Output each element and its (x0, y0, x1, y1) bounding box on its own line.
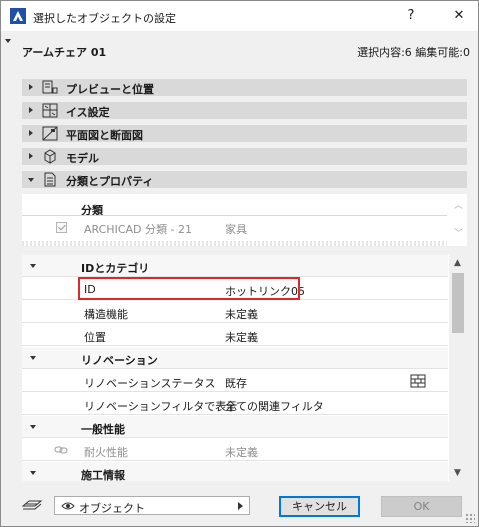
classification-name[interactable]: ARCHICAD 分類 - 21 (84, 221, 192, 237)
chain-link-icon (54, 446, 68, 454)
scroll-up-icon[interactable]: ︿ (454, 202, 463, 211)
window-title: 選択したオブジェクトの設定 (33, 12, 176, 25)
preview-position-icon (42, 80, 58, 94)
collapse-arrow-icon[interactable] (30, 356, 36, 360)
layer-stack-icon[interactable] (21, 497, 43, 513)
collapse-arrow-icon[interactable] (30, 471, 36, 475)
section-label: モデル (66, 152, 99, 165)
view-selector-label: オブジェクト (79, 502, 145, 515)
expand-arrow-icon (29, 84, 33, 90)
property-value[interactable]: 既存 (225, 375, 247, 391)
section-label: 分類とプロパティ (66, 175, 154, 188)
cancel-button[interactable]: キャンセル (279, 496, 360, 517)
divider (22, 215, 447, 216)
section-classification-properties[interactable]: 分類とプロパティ (22, 171, 467, 188)
group-label: リノベーション (81, 354, 158, 367)
section-label: プレビューと位置 (66, 83, 154, 96)
property-name: リノベーションステータス (84, 377, 216, 390)
chevron-right-icon (238, 502, 243, 510)
object-name: アームチェア 01 (22, 46, 107, 59)
scroll-up-icon[interactable]: ▲ (454, 258, 461, 268)
property-value[interactable]: 未定義 (225, 306, 258, 322)
collapse-arrow-icon (28, 178, 34, 182)
section-floor-plan-section[interactable]: 平面図と断面図 (22, 125, 467, 142)
section-label: 平面図と断面図 (66, 129, 143, 142)
group-label: IDとカテゴリ (81, 262, 150, 275)
group-label: 一般性能 (81, 423, 125, 436)
property-row-renovation-status[interactable]: リノベーションステータス 既存 (22, 370, 448, 392)
title-bar: 選択したオブジェクトの設定 ? ✕ (1, 1, 478, 31)
classification-panel: 分類 ARCHICAD 分類 - 21 家具 ︿ ﹀ (22, 194, 467, 246)
expand-arrow-icon (29, 130, 33, 136)
property-name: 構造機能 (84, 308, 128, 321)
document-icon (44, 172, 56, 187)
property-name: 耐火性能 (84, 446, 128, 459)
property-name: 位置 (84, 331, 106, 344)
selection-info: 選択内容:6 編集可能:0 (357, 46, 470, 59)
id-row-highlight (78, 277, 300, 300)
help-button[interactable]: ? (399, 7, 423, 25)
collapse-arrow-icon[interactable] (30, 264, 36, 268)
classification-checkbox[interactable] (56, 222, 67, 233)
property-row-structural-function[interactable]: 構造機能 未定義 (22, 301, 448, 323)
model-cube-icon (44, 149, 56, 164)
scroll-down-icon[interactable]: ﹀ (454, 230, 463, 239)
archicad-app-icon (10, 8, 26, 24)
resize-divider[interactable] (22, 241, 447, 246)
property-name: リノベーションフィルタで表示 (84, 400, 238, 413)
expand-arrow-icon (29, 107, 33, 113)
chair-settings-icon (42, 103, 58, 118)
properties-list: IDとカテゴリ ID ホットリンク05 構造機能 未定義 位置 未定義 リノベー… (22, 255, 467, 481)
property-value[interactable]: 未定義 (225, 444, 258, 460)
scroll-down-icon[interactable]: ▼ (454, 468, 461, 478)
section-model[interactable]: モデル (22, 148, 467, 165)
section-preview-position[interactable]: プレビューと位置 (22, 79, 467, 96)
floor-plan-section-icon (42, 126, 58, 141)
group-renovation[interactable]: リノベーション (22, 347, 448, 369)
collapse-header-icon[interactable] (5, 39, 11, 43)
brick-wall-icon[interactable] (410, 374, 426, 388)
property-row-fire-resistance[interactable]: 耐火性能 未定義 (22, 439, 448, 461)
property-value[interactable]: 未定義 (225, 329, 258, 345)
classification-value[interactable]: 家具 (225, 221, 247, 237)
property-row-renovation-filter[interactable]: リノベーションフィルタで表示 全ての関連フィルタ (22, 393, 448, 415)
property-value[interactable]: 全ての関連フィルタ (225, 398, 324, 414)
group-id-category[interactable]: IDとカテゴリ (22, 255, 448, 277)
view-selector-dropdown[interactable]: オブジェクト (54, 496, 250, 515)
collapse-arrow-icon[interactable] (30, 425, 36, 429)
object-settings-dialog: 選択したオブジェクトの設定 ? ✕ アームチェア 01 選択内容:6 編集可能:… (0, 0, 479, 527)
properties-scrollbar[interactable]: ▲ ▼ (449, 255, 467, 481)
section-chair-settings[interactable]: イス設定 (22, 102, 467, 119)
scrollbar-thumb[interactable] (452, 273, 464, 333)
expand-arrow-icon (29, 153, 33, 159)
group-general-performance[interactable]: 一般性能 (22, 416, 448, 438)
group-label: 施工情報 (81, 469, 125, 481)
close-button[interactable]: ✕ (447, 7, 471, 25)
property-row-position[interactable]: 位置 未定義 (22, 324, 448, 346)
ok-button[interactable]: OK (381, 496, 462, 517)
eye-icon (61, 502, 75, 510)
resize-grip-icon[interactable] (465, 513, 475, 523)
section-label: イス設定 (66, 106, 110, 119)
group-construction-info[interactable]: 施工情報 (22, 462, 448, 481)
